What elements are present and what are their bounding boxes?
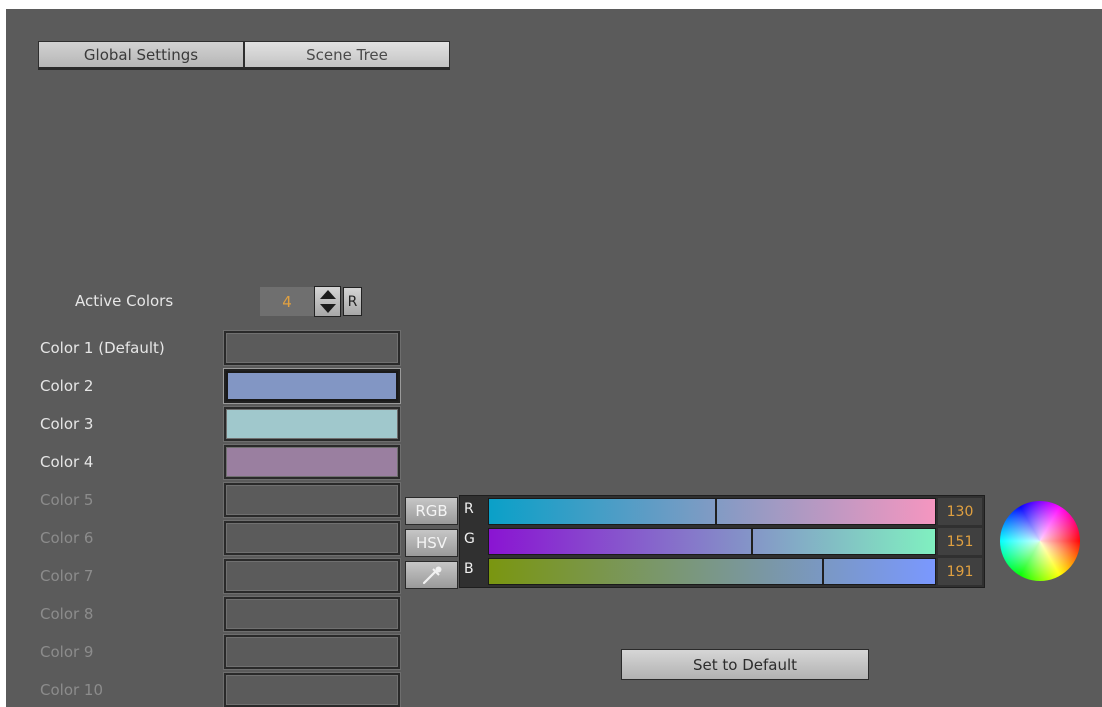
color-10-swatch[interactable] bbox=[224, 673, 400, 707]
channel-g-slider[interactable] bbox=[488, 528, 936, 555]
channel-r-label: R bbox=[464, 501, 474, 517]
channel-g-value[interactable]: 151 bbox=[938, 528, 982, 555]
channel-b-slider[interactable] bbox=[488, 558, 936, 585]
color-7-swatch[interactable] bbox=[224, 559, 400, 593]
color-6-label: Color 6 bbox=[40, 529, 94, 547]
active-colors-stepper[interactable] bbox=[314, 286, 341, 317]
color-8-label: Color 8 bbox=[40, 605, 94, 623]
color-6-swatch[interactable] bbox=[224, 521, 400, 555]
channel-r-value[interactable]: 130 bbox=[938, 498, 982, 525]
color-8-swatch[interactable] bbox=[224, 597, 400, 631]
tab-global-settings[interactable]: Global Settings bbox=[38, 41, 244, 70]
channel-g-handle[interactable] bbox=[751, 529, 753, 554]
color-5-swatch[interactable] bbox=[224, 483, 400, 517]
color-3-label: Color 3 bbox=[40, 415, 94, 433]
color-1-label: Color 1 (Default) bbox=[40, 339, 165, 357]
hsv-mode-button[interactable]: HSV bbox=[405, 529, 458, 557]
channel-r-handle[interactable] bbox=[715, 499, 717, 524]
color-9-label: Color 9 bbox=[40, 643, 94, 661]
color-10-label: Color 10 bbox=[40, 681, 104, 699]
color-5-label: Color 5 bbox=[40, 491, 94, 509]
color-settings-panel: Global Settings Scene Tree Active Colors… bbox=[6, 9, 1102, 707]
active-colors-label: Active Colors bbox=[75, 292, 174, 310]
arrow-down-icon[interactable] bbox=[319, 304, 336, 314]
rgb-mode-button[interactable]: RGB bbox=[405, 497, 458, 525]
rgb-channel-sliders: R 130 G 151 B 191 bbox=[459, 495, 985, 588]
color-9-swatch[interactable] bbox=[224, 635, 400, 669]
eyedropper-icon bbox=[422, 566, 441, 585]
color-7-label: Color 7 bbox=[40, 567, 94, 585]
active-colors-value[interactable]: 4 bbox=[260, 287, 314, 316]
color-1-swatch[interactable] bbox=[224, 331, 400, 365]
active-colors-reset-button[interactable]: R bbox=[343, 287, 362, 316]
color-wheel-icon[interactable] bbox=[1000, 501, 1080, 581]
color-2-swatch[interactable] bbox=[224, 369, 400, 403]
channel-b-label: B bbox=[464, 561, 474, 577]
color-3-swatch[interactable] bbox=[224, 407, 400, 441]
color-2-label: Color 2 bbox=[40, 377, 94, 395]
channel-b-value[interactable]: 191 bbox=[938, 558, 982, 585]
tab-scene-tree[interactable]: Scene Tree bbox=[244, 41, 450, 70]
color-4-swatch[interactable] bbox=[224, 445, 400, 479]
color-4-label: Color 4 bbox=[40, 453, 94, 471]
channel-r-slider[interactable] bbox=[488, 498, 936, 525]
channel-b-handle[interactable] bbox=[822, 559, 824, 584]
set-to-default-button[interactable]: Set to Default bbox=[621, 649, 869, 680]
channel-g-label: G bbox=[464, 531, 475, 547]
arrow-up-icon[interactable] bbox=[319, 289, 336, 299]
eyedropper-button[interactable] bbox=[405, 561, 458, 589]
